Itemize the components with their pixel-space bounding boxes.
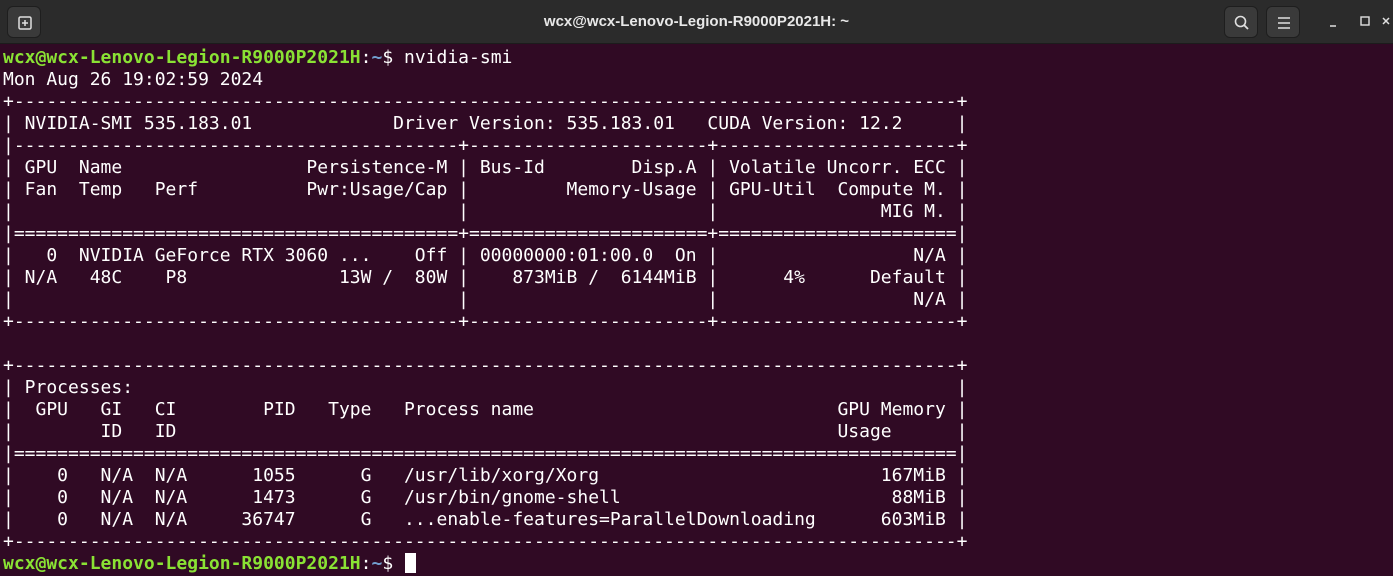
maximize-icon [1360, 16, 1370, 26]
prompt-line[interactable]: wcx@wcx-Lenovo-Legion-R9000P2021H:~$ [3, 553, 1393, 575]
output-line: | N/A 48C P8 13W / 80W | 873MiB / 6144Mi… [3, 267, 968, 288]
output-line: | 0 NVIDIA GeForce RTX 3060 ... Off | 00… [3, 245, 968, 266]
output-line: | | | N/A | [3, 289, 968, 310]
close-icon [1382, 17, 1390, 25]
output-line: |---------------------------------------… [3, 135, 968, 156]
terminal-window: wcx@wcx-Lenovo-Legion-R9000P2021H: ~ wcx… [0, 0, 1393, 576]
output-line: | GPU GI CI PID Type Process name GPU Me… [3, 399, 968, 420]
command-text: nvidia-smi [404, 47, 513, 68]
output-line: | GPU Name Persistence-M | Bus-Id Disp.A… [3, 157, 968, 178]
minimize-button[interactable] [1322, 10, 1346, 34]
search-icon [1234, 15, 1249, 30]
maximize-button[interactable] [1354, 10, 1378, 34]
output-line: | NVIDIA-SMI 535.183.01 Driver Version: … [3, 113, 968, 134]
output-line: +---------------------------------------… [3, 311, 968, 332]
prompt-separator: : [360, 47, 372, 68]
output-line: | 0 N/A N/A 1473 G /usr/bin/gnome-shell … [3, 487, 968, 508]
text-cursor [405, 553, 416, 573]
prompt-symbol: $ [382, 47, 404, 68]
output-line: +---------------------------------------… [3, 355, 968, 376]
terminal-output[interactable]: wcx@wcx-Lenovo-Legion-R9000P2021H:~$ nvi… [3, 47, 1393, 576]
prompt-separator: : [360, 553, 372, 574]
output-line: Mon Aug 26 19:02:59 2024 [3, 69, 264, 90]
window-title: wcx@wcx-Lenovo-Legion-R9000P2021H: ~ [543, 13, 850, 30]
output-line: | 0 N/A N/A 36747 G ...enable-features=P… [3, 509, 968, 530]
close-button[interactable] [1376, 10, 1393, 34]
output-line: +---------------------------------------… [3, 91, 968, 112]
output-line: | ID ID Usage | [3, 421, 968, 442]
output-line: | Fan Temp Perf Pwr:Usage/Cap | Memory-U… [3, 179, 968, 200]
prompt-symbol: $ [382, 553, 404, 574]
output-line: | Processes: | [3, 377, 968, 398]
prompt-path: ~ [371, 553, 383, 574]
menu-button[interactable] [1266, 6, 1300, 38]
hamburger-menu-icon [1278, 17, 1290, 29]
output-line: | | | MIG M. | [3, 201, 968, 222]
prompt-user-host: wcx@wcx-Lenovo-Legion-R9000P2021H [3, 47, 361, 68]
output-line: | 0 N/A N/A 1055 G /usr/lib/xorg/Xorg 16… [3, 465, 968, 486]
prompt-user-host: wcx@wcx-Lenovo-Legion-R9000P2021H [3, 553, 361, 574]
title-bar: wcx@wcx-Lenovo-Legion-R9000P2021H: ~ [0, 0, 1393, 44]
command-line: wcx@wcx-Lenovo-Legion-R9000P2021H:~$ nvi… [3, 47, 1393, 69]
prompt-path: ~ [371, 47, 383, 68]
search-button[interactable] [1224, 6, 1258, 38]
output-line: |=======================================… [3, 223, 968, 244]
minimize-icon [1330, 25, 1336, 27]
output-line: |=======================================… [3, 443, 968, 464]
output-line: +---------------------------------------… [3, 531, 968, 552]
